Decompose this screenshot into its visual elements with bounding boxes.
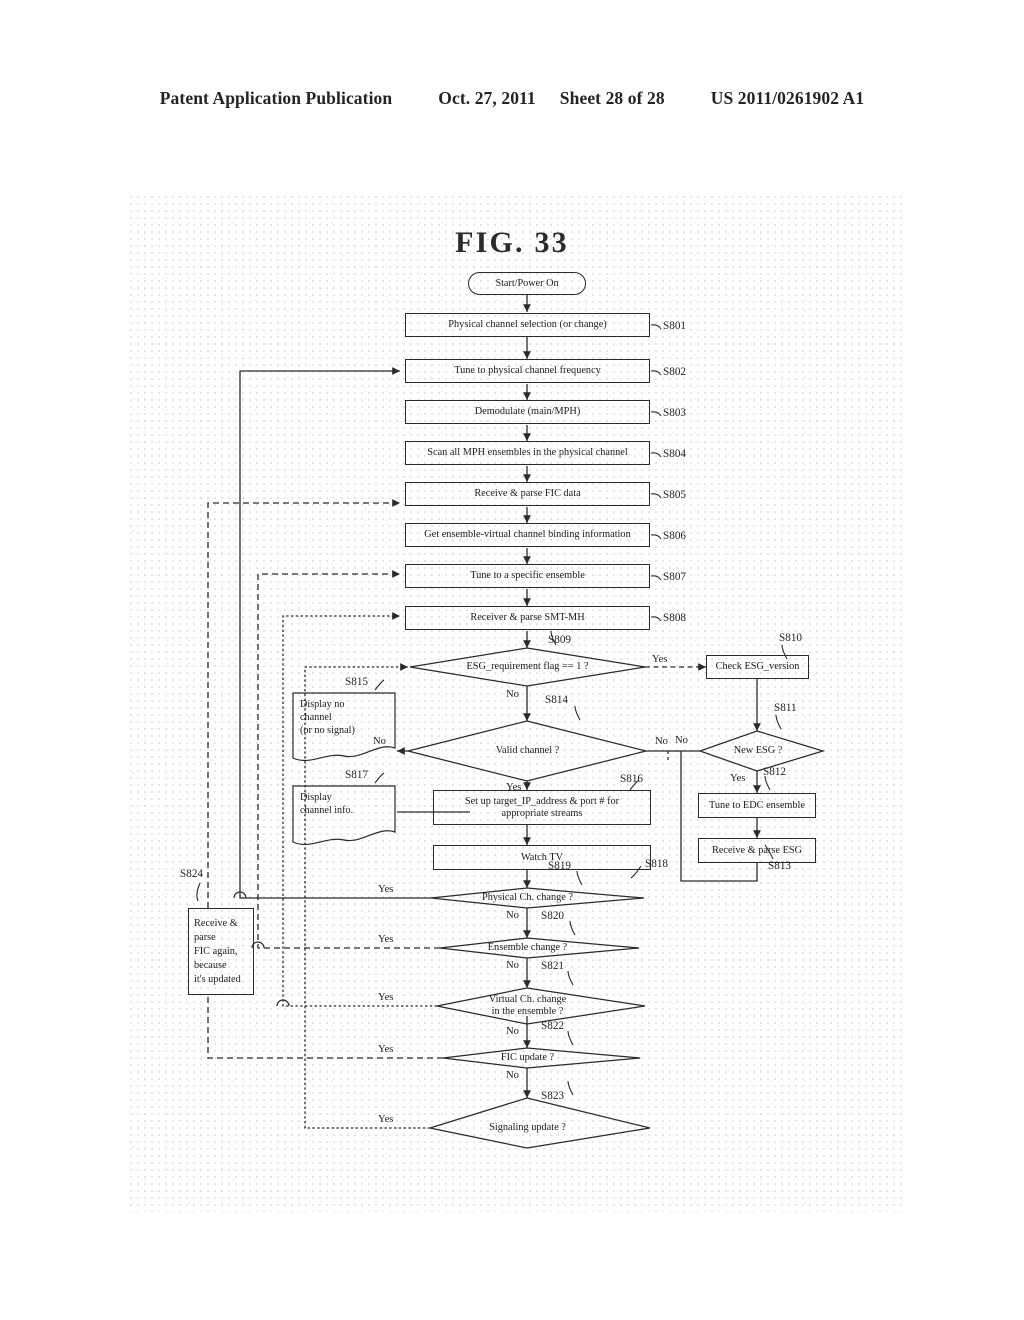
process-s810: Check ESG_version — [706, 655, 809, 679]
ref-s805: S805 — [663, 489, 687, 501]
ref-s823: S823 — [541, 1090, 565, 1102]
process-s824-line5: it's updated — [194, 973, 241, 985]
process-s816-line1: Set up target_IP_address & port # for — [464, 795, 620, 807]
process-s824: Receive & parse FIC again, because it's … — [188, 908, 254, 995]
ref-s806: S806 — [663, 530, 687, 542]
ref-s813: S813 — [768, 860, 792, 872]
process-s805: Receive & parse FIC data — [405, 482, 650, 506]
patent-page: Patent Application Publication Oct. 27, … — [0, 0, 1024, 1320]
process-s807: Tune to a specific ensemble — [405, 564, 650, 588]
branch-s822-no: No — [506, 1070, 519, 1081]
process-s824-line3: FIC again, — [194, 945, 238, 957]
process-s803: Demodulate (main/MPH) — [405, 400, 650, 424]
ref-s811: S811 — [774, 702, 797, 714]
terminator-start: Start/Power On — [468, 272, 586, 295]
decision-s821: Virtual Ch. change in the ensemble ? — [450, 993, 605, 1019]
branch-s819-yes: Yes — [378, 884, 394, 895]
branch-s822-yes: Yes — [378, 1044, 394, 1055]
ref-s808: S808 — [663, 612, 687, 624]
branch-s820-yes: Yes — [378, 934, 394, 945]
process-s808: Receiver & parse SMT-MH — [405, 606, 650, 630]
decision-s822: FIC update ? — [500, 1052, 555, 1064]
ref-s809: S809 — [548, 634, 572, 646]
process-s813: Receive & parse ESG — [698, 838, 816, 863]
branch-s809-no: No — [506, 689, 519, 700]
process-s818: Watch TV — [433, 845, 651, 870]
process-s802: Tune to physical channel frequency — [405, 359, 650, 383]
process-s806: Get ensemble-virtual channel binding inf… — [405, 523, 650, 547]
ref-s822: S822 — [541, 1020, 565, 1032]
ref-s804: S804 — [663, 448, 687, 460]
process-s824-line2: parse — [194, 931, 216, 943]
process-s816: Set up target_IP_address & port # for ap… — [433, 790, 651, 825]
ref-s819: S819 — [548, 860, 572, 872]
document-s815-line1: Display no — [300, 699, 345, 710]
decision-s819: Physical Ch. change ? — [482, 892, 573, 904]
ref-s812: S812 — [763, 766, 787, 778]
decision-s820: Ensemble change ? — [487, 942, 568, 954]
process-s824-line4: because — [194, 959, 227, 971]
document-s815-line3: (or no signal) — [300, 725, 355, 736]
process-s816-line2: appropriate streams — [501, 807, 583, 819]
ref-s807: S807 — [663, 571, 687, 583]
process-s812: Tune to EDC ensemble — [698, 793, 816, 818]
ref-s814: S814 — [545, 694, 569, 706]
branch-s819-no: No — [506, 910, 519, 921]
branch-s823-yes: Yes — [378, 1114, 394, 1125]
ref-s816: S816 — [620, 773, 644, 785]
branch-s821-no: No — [506, 1026, 519, 1037]
branch-s809-yes: Yes — [652, 654, 668, 665]
ref-s820: S820 — [541, 910, 565, 922]
document-s817: Display channel info. — [293, 786, 395, 842]
document-s815: Display no channel (or no signal) — [293, 693, 395, 761]
branch-s811-yes: Yes — [730, 773, 746, 784]
document-s817-line1: Display — [300, 792, 332, 803]
ref-s801: S801 — [663, 320, 687, 332]
process-s804: Scan all MPH ensembles in the physical c… — [405, 441, 650, 465]
ref-s817: S817 — [345, 769, 369, 781]
decision-s809: ESG_requirement flag == 1 ? — [466, 661, 589, 673]
branch-s821-yes: Yes — [378, 992, 394, 1003]
process-s801: Physical channel selection (or change) — [405, 313, 650, 337]
ref-s821: S821 — [541, 960, 565, 972]
branch-s814-no-right: No — [655, 736, 668, 747]
ref-s802: S802 — [663, 366, 687, 378]
ref-s824: S824 — [180, 868, 204, 880]
document-s815-line2: channel — [300, 712, 332, 723]
ref-s803: S803 — [663, 407, 687, 419]
figure-33: FIG. 33 Start/Power On Physical channel … — [0, 0, 1024, 1320]
ref-s815: S815 — [345, 676, 369, 688]
decision-s811: New ESG ? — [733, 745, 783, 757]
decision-s821-line1: Virtual Ch. change — [488, 994, 567, 1006]
document-s817-line2: channel info. — [300, 805, 354, 816]
branch-s820-no: No — [506, 960, 519, 971]
process-s824-line1: Receive & — [194, 917, 238, 929]
decision-s823: Signaling update ? — [489, 1122, 566, 1134]
decision-s814: Valid channel ? — [495, 745, 560, 757]
ref-s818: S818 — [645, 858, 669, 870]
ref-s810: S810 — [779, 632, 803, 644]
branch-s811-no: No — [675, 735, 688, 746]
decision-s821-line2: in the ensemble ? — [491, 1006, 564, 1017]
